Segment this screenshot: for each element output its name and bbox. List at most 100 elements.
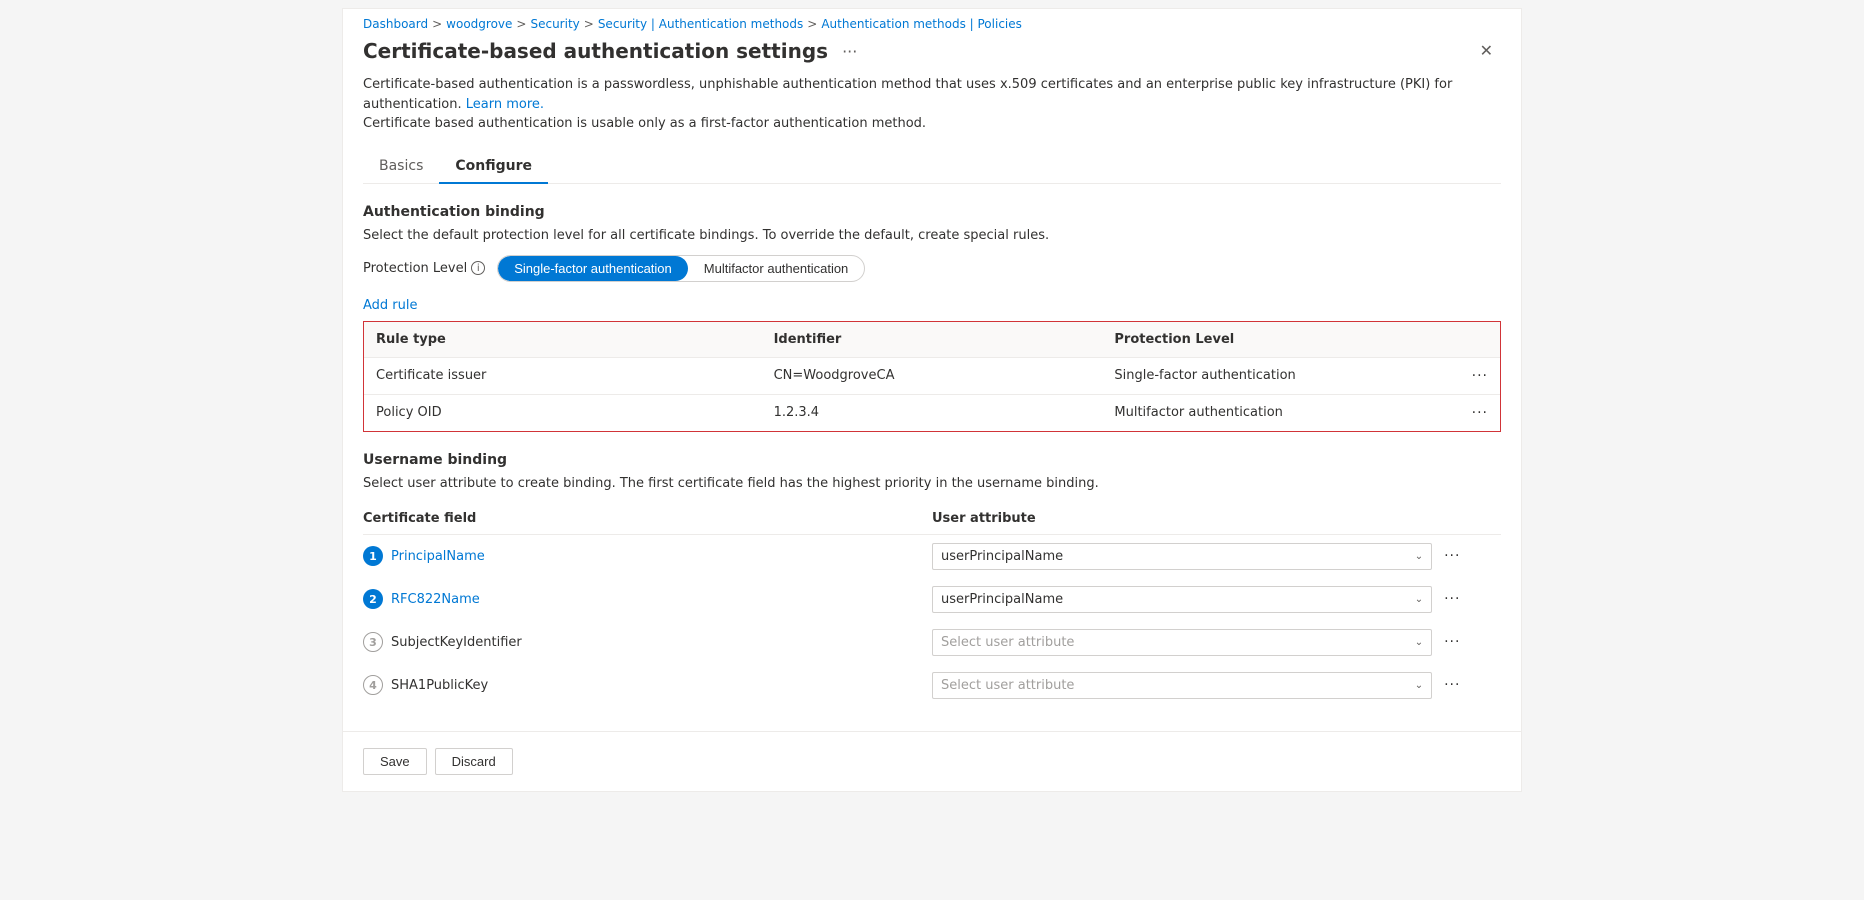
user-attr-select-3[interactable]: Select user attribute ⌄ [932, 672, 1432, 699]
tab-basics[interactable]: Basics [363, 150, 439, 184]
breadcrumb: Dashboard > woodgrove > Security > Secur… [343, 9, 1521, 35]
row-dots-user-3[interactable]: ··· [1444, 677, 1460, 693]
rule-type-1: Policy OID [364, 394, 762, 431]
breadcrumb-dashboard[interactable]: Dashboard [363, 17, 428, 31]
rules-table-header-row: Rule type Identifier Protection Level [364, 322, 1500, 358]
user-actions-cell-3: ··· [1444, 664, 1501, 707]
panel-header: Certificate-based authentication setting… [343, 35, 1521, 75]
tab-configure[interactable]: Configure [439, 150, 548, 184]
chevron-down-icon: ⌄ [1415, 594, 1423, 605]
username-table-header-row: Certificate field User attribute [363, 503, 1501, 535]
tabs-container: Basics Configure [363, 150, 1501, 184]
protection-toggle-group: Single-factor authentication Multifactor… [497, 255, 865, 282]
row-dots-user-1[interactable]: ··· [1444, 591, 1460, 607]
identifier-1: 1.2.3.4 [762, 394, 1103, 431]
username-table: Certificate field User attribute 1 Princ… [363, 503, 1501, 707]
cert-field-row-2: 3 SubjectKeyIdentifier [363, 632, 920, 652]
cert-field-cell-2: 3 SubjectKeyIdentifier [363, 621, 932, 664]
cert-badge-0: 1 [363, 546, 383, 566]
username-binding-desc: Select user attribute to create binding.… [363, 476, 1501, 491]
page-wrapper: Dashboard > woodgrove > Security > Secur… [0, 0, 1864, 900]
user-attr-select-1[interactable]: userPrincipalName ⌄ [932, 586, 1432, 613]
sep-4: > [807, 17, 817, 31]
col-header-ruletype: Rule type [364, 322, 762, 358]
cert-field-cell-0: 1 PrincipalName [363, 534, 932, 578]
rules-table: Rule type Identifier Protection Level Ce… [364, 322, 1500, 431]
close-button[interactable]: ✕ [1472, 39, 1501, 63]
user-actions-cell-0: ··· [1444, 534, 1501, 578]
cert-field-row-0: 1 PrincipalName [363, 546, 920, 566]
user-attr-cell-3: Select user attribute ⌄ [932, 664, 1444, 707]
protection-level-0: Single-factor authentication [1102, 357, 1443, 394]
sep-1: > [432, 17, 442, 31]
save-button[interactable]: Save [363, 748, 427, 775]
breadcrumb-security[interactable]: Security [530, 17, 579, 31]
table-row: 3 SubjectKeyIdentifier Select user attri… [363, 621, 1501, 664]
sep-2: > [516, 17, 526, 31]
breadcrumb-policies[interactable]: Authentication methods | Policies [821, 17, 1022, 31]
cert-field-text-3: SHA1PublicKey [391, 678, 488, 693]
learn-more-link[interactable]: Learn more. [466, 97, 544, 112]
add-rule-link[interactable]: Add rule [363, 298, 418, 313]
description: Certificate-based authentication is a pa… [363, 75, 1501, 134]
col-header-identifier: Identifier [762, 322, 1103, 358]
panel-body: Certificate-based authentication is a pa… [343, 75, 1521, 723]
protection-level-1: Multifactor authentication [1102, 394, 1443, 431]
cert-badge-1: 2 [363, 589, 383, 609]
row-actions-1: ··· [1443, 394, 1500, 431]
col-header-user-attr: User attribute [932, 503, 1444, 535]
table-row: 1 PrincipalName userPrincipalName ⌄ [363, 534, 1501, 578]
user-attr-select-2[interactable]: Select user attribute ⌄ [932, 629, 1432, 656]
description-secondary: Certificate based authentication is usab… [363, 116, 926, 131]
discard-button[interactable]: Discard [435, 748, 513, 775]
cert-badge-3: 4 [363, 675, 383, 695]
cert-badge-2: 3 [363, 632, 383, 652]
rules-table-container: Rule type Identifier Protection Level Ce… [363, 321, 1501, 432]
chevron-down-icon: ⌄ [1415, 637, 1423, 648]
footer-buttons: Save Discard [343, 731, 1521, 791]
cert-field-row-1: 2 RFC822Name [363, 589, 920, 609]
breadcrumb-auth-methods[interactable]: Security | Authentication methods [598, 17, 803, 31]
breadcrumb-woodgrove[interactable]: woodgrove [446, 17, 512, 31]
cert-field-text-2: SubjectKeyIdentifier [391, 635, 522, 650]
cert-field-link-0[interactable]: PrincipalName [391, 549, 485, 564]
auth-binding-desc: Select the default protection level for … [363, 228, 1501, 243]
protection-row: Protection Level i Single-factor authent… [363, 255, 1501, 282]
col-header-actions [1443, 322, 1500, 358]
user-attr-cell-0: userPrincipalName ⌄ [932, 534, 1444, 578]
main-panel: Dashboard > woodgrove > Security > Secur… [342, 8, 1522, 792]
cert-field-cell-3: 4 SHA1PublicKey [363, 664, 932, 707]
cert-field-cell-1: 2 RFC822Name [363, 578, 932, 621]
col-header-cert-field: Certificate field [363, 503, 932, 535]
table-row: Policy OID 1.2.3.4 Multifactor authentic… [364, 394, 1500, 431]
user-attr-cell-1: userPrincipalName ⌄ [932, 578, 1444, 621]
chevron-down-icon: ⌄ [1415, 680, 1423, 691]
user-attr-select-0[interactable]: userPrincipalName ⌄ [932, 543, 1432, 570]
col-header-user-actions [1444, 503, 1501, 535]
table-row: 4 SHA1PublicKey Select user attribute ⌄ [363, 664, 1501, 707]
toggle-multifactor[interactable]: Multifactor authentication [688, 256, 865, 281]
cert-field-link-1[interactable]: RFC822Name [391, 592, 480, 607]
authentication-binding-section: Authentication binding Select the defaul… [363, 204, 1501, 432]
col-header-protection: Protection Level [1102, 322, 1443, 358]
user-attr-cell-2: Select user attribute ⌄ [932, 621, 1444, 664]
username-binding-section: Username binding Select user attribute t… [363, 452, 1501, 707]
row-dots-user-0[interactable]: ··· [1444, 548, 1460, 564]
protection-info-icon[interactable]: i [471, 261, 485, 275]
user-actions-cell-2: ··· [1444, 621, 1501, 664]
rule-type-0: Certificate issuer [364, 357, 762, 394]
panel-title-row: Certificate-based authentication setting… [363, 39, 863, 63]
sep-3: > [584, 17, 594, 31]
panel-title: Certificate-based authentication setting… [363, 39, 828, 63]
row-dots-1[interactable]: ··· [1472, 405, 1488, 421]
row-dots-0[interactable]: ··· [1472, 368, 1488, 384]
toggle-single-factor[interactable]: Single-factor authentication [498, 256, 688, 281]
row-dots-user-2[interactable]: ··· [1444, 634, 1460, 650]
row-actions-0: ··· [1443, 357, 1500, 394]
panel-ellipsis-button[interactable]: ··· [836, 40, 863, 63]
user-actions-cell-1: ··· [1444, 578, 1501, 621]
table-row: Certificate issuer CN=WoodgroveCA Single… [364, 357, 1500, 394]
username-binding-title: Username binding [363, 452, 1501, 468]
table-row: 2 RFC822Name userPrincipalName ⌄ [363, 578, 1501, 621]
cert-field-row-3: 4 SHA1PublicKey [363, 675, 920, 695]
